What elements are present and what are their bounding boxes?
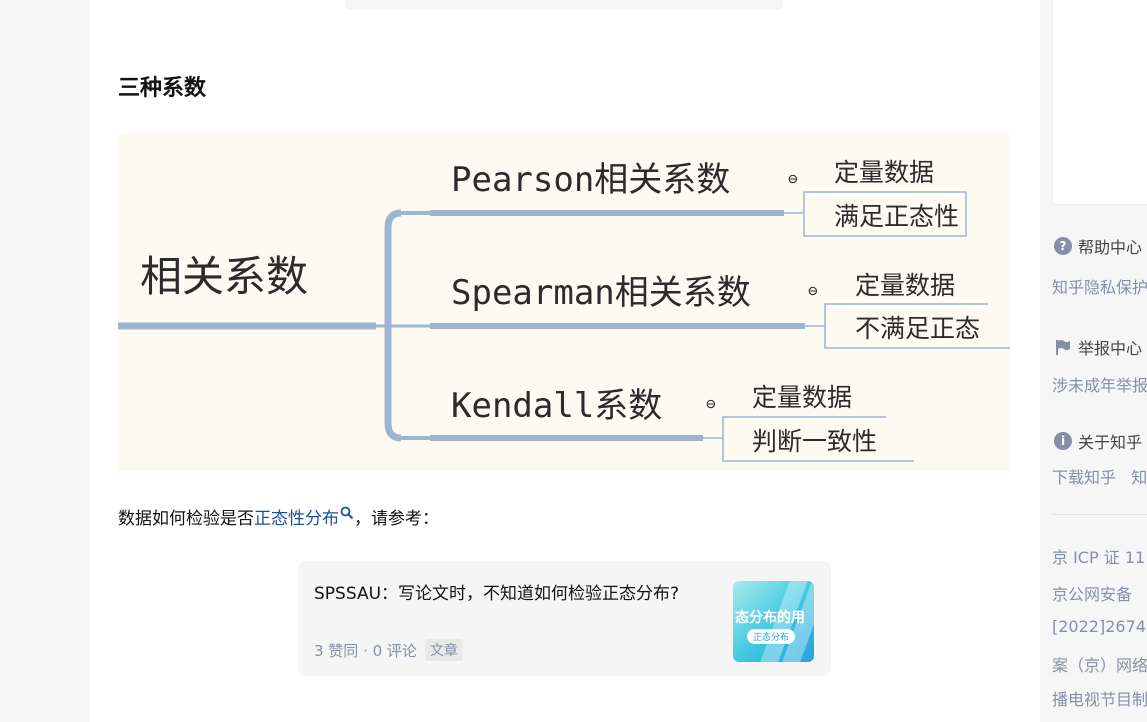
flag-icon: [1056, 340, 1070, 355]
branch2-leaf2: 不满足正态: [855, 314, 980, 343]
help-center-row[interactable]: ? 帮助中心: [1054, 234, 1142, 258]
reference-article-card[interactable]: SPSSAU：写论文时，不知道如何检验正态分布? 3 赞同 · 0 评论 文章 …: [298, 561, 831, 676]
thumb-title: 态分布的用: [735, 610, 805, 626]
branch2-leaf1: 定量数据: [855, 271, 955, 300]
download-link[interactable]: 下载知乎 知: [1052, 464, 1147, 488]
branch3-label: Kendall系数: [451, 386, 662, 426]
card-title: SPSSAU：写论文时，不知道如何检验正态分布?: [314, 584, 680, 604]
question-icon: ?: [1054, 237, 1072, 255]
section-title: 三种系数: [118, 76, 207, 101]
thumb-subtitle: 正态分布: [747, 629, 796, 644]
previous-card-edge: [345, 0, 783, 10]
footer-line[interactable]: 播电视节目制: [1052, 686, 1147, 710]
footer-line[interactable]: 京公网安备: [1052, 581, 1132, 605]
about-row[interactable]: i 关于知乎: [1054, 429, 1142, 453]
root-label: 相关系数: [140, 252, 308, 301]
download-link-label-2: 知: [1131, 468, 1147, 487]
sidebar-card: [1052, 0, 1147, 205]
card-stats: 3 赞同 · 0 评论: [314, 641, 417, 660]
help-center-label: 帮助中心: [1078, 238, 1143, 257]
article-column: 三种系数 相关系数 Pearson相关系数 Spearman相关系数 Kenda…: [90, 0, 1040, 722]
report-center-row[interactable]: 举报中心: [1054, 335, 1142, 359]
download-link-label: 下载知乎: [1052, 468, 1117, 487]
footer-line[interactable]: 京 ICP 证 11: [1052, 544, 1145, 568]
collapse-icon[interactable]: ⊖: [808, 281, 818, 300]
info-icon: i: [1054, 432, 1072, 450]
card-thumbnail: 态分布的用 正态分布: [733, 581, 814, 662]
normality-search-link[interactable]: 正态性分布: [254, 506, 354, 529]
collapse-icon[interactable]: ⊖: [706, 394, 716, 413]
paragraph-text-before: 数据如何检验是否: [118, 509, 254, 529]
mindmap-svg: 相关系数 Pearson相关系数 Spearman相关系数 Kendall系数 …: [118, 158, 1010, 462]
footer-line[interactable]: 案（京）网络: [1052, 652, 1147, 676]
mindmap-image[interactable]: 相关系数 Pearson相关系数 Spearman相关系数 Kendall系数 …: [118, 133, 1010, 471]
footer-line[interactable]: [2022]2674: [1052, 617, 1146, 636]
collapse-icon[interactable]: ⊖: [788, 169, 798, 188]
card-type-tag: 文章: [424, 639, 463, 661]
privacy-link[interactable]: 知乎隐私保护: [1052, 274, 1147, 298]
branch1-leaf2: 满足正态性: [834, 202, 959, 231]
branch1-label: Pearson相关系数: [451, 160, 730, 200]
branch1-leaf1: 定量数据: [834, 158, 934, 187]
card-meta: 3 赞同 · 0 评论 文章: [314, 639, 463, 661]
sidebar-divider: [1052, 514, 1147, 515]
branch3-leaf1: 定量数据: [752, 383, 852, 412]
about-label: 关于知乎: [1078, 433, 1143, 452]
link-text: 正态性分布: [254, 509, 339, 529]
search-icon: [340, 506, 354, 520]
right-sidebar: ? 帮助中心 知乎隐私保护 举报中心 涉未成年举报 i 关于知乎 下载知乎 知 …: [1040, 0, 1147, 722]
article-paragraph: 数据如何检验是否正态性分布 ，请参考：: [118, 506, 439, 531]
minor-report-link[interactable]: 涉未成年举报: [1052, 372, 1147, 396]
branch2-label: Spearman相关系数: [451, 273, 751, 313]
report-center-label: 举报中心: [1078, 339, 1143, 358]
branch3-leaf2: 判断一致性: [752, 427, 877, 456]
paragraph-text-after: ，请参考：: [354, 509, 439, 529]
